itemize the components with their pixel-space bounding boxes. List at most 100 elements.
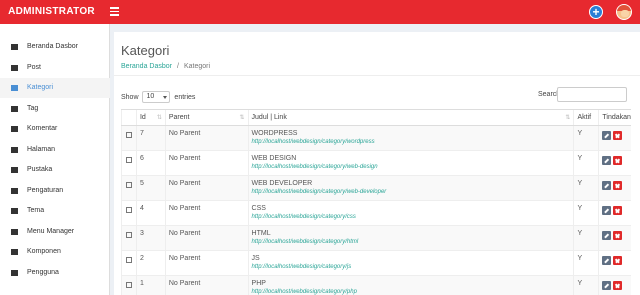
category-link[interactable]: http://localhost/webdesign/category/web-… <box>252 164 574 170</box>
title-link-cell: HTML http://localhost/webdesign/category/… <box>247 225 574 251</box>
edit-icon[interactable] <box>602 131 612 140</box>
id-cell: 4 <box>135 200 166 226</box>
id-cell: 1 <box>135 275 166 295</box>
header-judul-label: Judul | Link <box>251 114 287 121</box>
title-link-cell: PHP http://localhost/webdesign/category/p… <box>247 275 574 295</box>
entries-label: entries <box>174 93 196 101</box>
header-judul-link[interactable]: Judul | Link ⇅ <box>247 109 574 126</box>
category-link[interactable]: http://localhost/webdesign/category/web-… <box>252 189 574 195</box>
search-input[interactable] <box>557 87 627 102</box>
edit-icon[interactable] <box>602 156 612 165</box>
breadcrumb-home-link[interactable]: Beranda Dasbor <box>121 63 172 70</box>
sidebar-item-pengguna[interactable]: Pengguna <box>0 263 110 283</box>
sidebar-item-halaman[interactable]: Halaman <box>0 140 110 160</box>
category-link[interactable]: http://localhost/webdesign/category/php <box>252 289 574 295</box>
desktop-icon <box>11 208 18 214</box>
table-row: 1 No Parent PHP http://localhost/webdesign/… <box>121 275 631 295</box>
id-cell: 3 <box>135 225 166 251</box>
hamburger-menu-icon[interactable] <box>110 7 119 16</box>
delete-icon[interactable] <box>613 156 623 165</box>
header-checkbox <box>121 109 137 126</box>
parent-cell: No Parent <box>164 200 249 226</box>
sidebar-item-beranda-dasbor[interactable]: Beranda Dasbor <box>0 37 110 57</box>
category-link[interactable]: http://localhost/webdesign/category/css <box>252 214 574 220</box>
sidebar-item-kategori[interactable]: Kategori <box>0 78 110 98</box>
row-checkbox-cell <box>121 150 137 176</box>
edit-icon[interactable] <box>602 231 612 240</box>
parent-cell: No Parent <box>164 125 249 151</box>
sidebar-item-menu-manager[interactable]: Menu Manager <box>0 222 110 242</box>
parent-cell: No Parent <box>164 150 249 176</box>
actions-cell <box>598 125 631 151</box>
category-link[interactable]: http://localhost/webdesign/category/js <box>252 264 574 270</box>
row-checkbox[interactable] <box>126 282 132 288</box>
sidebar-item-tema[interactable]: Tema <box>0 201 110 221</box>
sidebar-item-post[interactable]: Post <box>0 58 110 78</box>
row-checkbox[interactable] <box>126 182 132 188</box>
row-checkbox[interactable] <box>126 132 132 138</box>
category-link[interactable]: http://localhost/webdesign/category/word… <box>252 139 574 145</box>
tags-icon <box>11 105 18 112</box>
category-title: JS <box>251 255 260 262</box>
category-table: Id ⇅ Parent ⇅ Judul | Link ⇅ Aktif Tindakan… <box>121 109 631 295</box>
add-new-button[interactable]: + <box>589 5 603 19</box>
user-avatar[interactable] <box>616 4 632 20</box>
sidebar-item-tag[interactable]: Tag <box>0 99 110 119</box>
row-checkbox-cell <box>121 275 137 295</box>
delete-icon[interactable] <box>613 231 623 240</box>
pin-icon <box>11 64 18 71</box>
actions-cell <box>598 150 631 176</box>
table-row: 4 No Parent CSS http://localhost/webdesign/… <box>121 200 631 226</box>
image-icon <box>11 167 18 173</box>
category-link[interactable]: http://localhost/webdesign/category/html <box>252 239 574 245</box>
actions-cell <box>598 175 631 201</box>
row-checkbox[interactable] <box>126 232 132 238</box>
sidebar-item-label: Halaman <box>27 145 56 153</box>
edit-icon[interactable] <box>602 206 612 215</box>
sidebar-item-label: Pengguna <box>27 268 59 276</box>
edit-icon[interactable] <box>602 181 612 190</box>
sidebar-item-label: Pengaturan <box>27 186 64 194</box>
breadcrumb-separator: / <box>176 63 179 70</box>
delete-icon[interactable] <box>613 131 623 140</box>
header-parent[interactable]: Parent ⇅ <box>164 109 249 126</box>
top-navbar: ADMINISTRATOR + <box>0 0 640 24</box>
sidebar-item-pustaka[interactable]: Pustaka <box>0 160 110 180</box>
edit-icon[interactable] <box>602 281 612 290</box>
aktif-cell: Y <box>573 175 599 201</box>
row-checkbox-cell <box>121 200 137 226</box>
row-checkbox[interactable] <box>126 207 132 213</box>
delete-icon[interactable] <box>613 181 623 190</box>
page-length-control: Show 10 entries <box>121 91 195 103</box>
title-link-cell: CSS http://localhost/webdesign/category/c… <box>247 200 574 226</box>
entries-select[interactable]: 10 <box>142 91 171 103</box>
delete-icon[interactable] <box>613 256 623 265</box>
category-panel: Kategori Beranda Dasbor / Kategori Show 10… <box>114 32 640 295</box>
category-title: WEB DESIGN <box>251 155 297 162</box>
divider <box>114 75 640 76</box>
sidebar-item-komentar[interactable]: Komentar <box>0 119 110 139</box>
aktif-cell: Y <box>573 150 599 176</box>
sidebar: Beranda Dasbor Post Kategori Tag Komentar Hal… <box>0 24 110 295</box>
users-icon <box>11 269 18 276</box>
sidebar-item-label: Tag <box>27 104 39 112</box>
sidebar-item-label: Beranda Dasbor <box>27 43 78 50</box>
actions-cell <box>598 200 631 226</box>
edit-icon[interactable] <box>602 256 612 265</box>
category-title: PHP <box>251 280 266 287</box>
header-aktif[interactable]: Aktif <box>573 109 599 126</box>
table-row: 3 No Parent HTML http://localhost/webdesign… <box>121 225 631 251</box>
sidebar-item-komponen[interactable]: Komponen <box>0 242 110 262</box>
sort-icon: ⇅ <box>565 115 571 121</box>
delete-icon[interactable] <box>613 281 623 290</box>
header-id[interactable]: Id ⇅ <box>135 109 166 126</box>
brand-logo[interactable]: ADMINISTRATOR <box>0 0 103 24</box>
sidebar-item-pengaturan[interactable]: Pengaturan <box>0 181 110 201</box>
row-checkbox[interactable] <box>126 257 132 263</box>
header-parent-label: Parent <box>168 114 190 121</box>
row-checkbox[interactable] <box>126 157 132 163</box>
table-row: 7 No Parent WORDPRESS http://localhost/webd… <box>121 125 631 151</box>
gear-icon <box>11 187 18 194</box>
delete-icon[interactable] <box>613 206 623 215</box>
actions-cell <box>598 275 631 295</box>
